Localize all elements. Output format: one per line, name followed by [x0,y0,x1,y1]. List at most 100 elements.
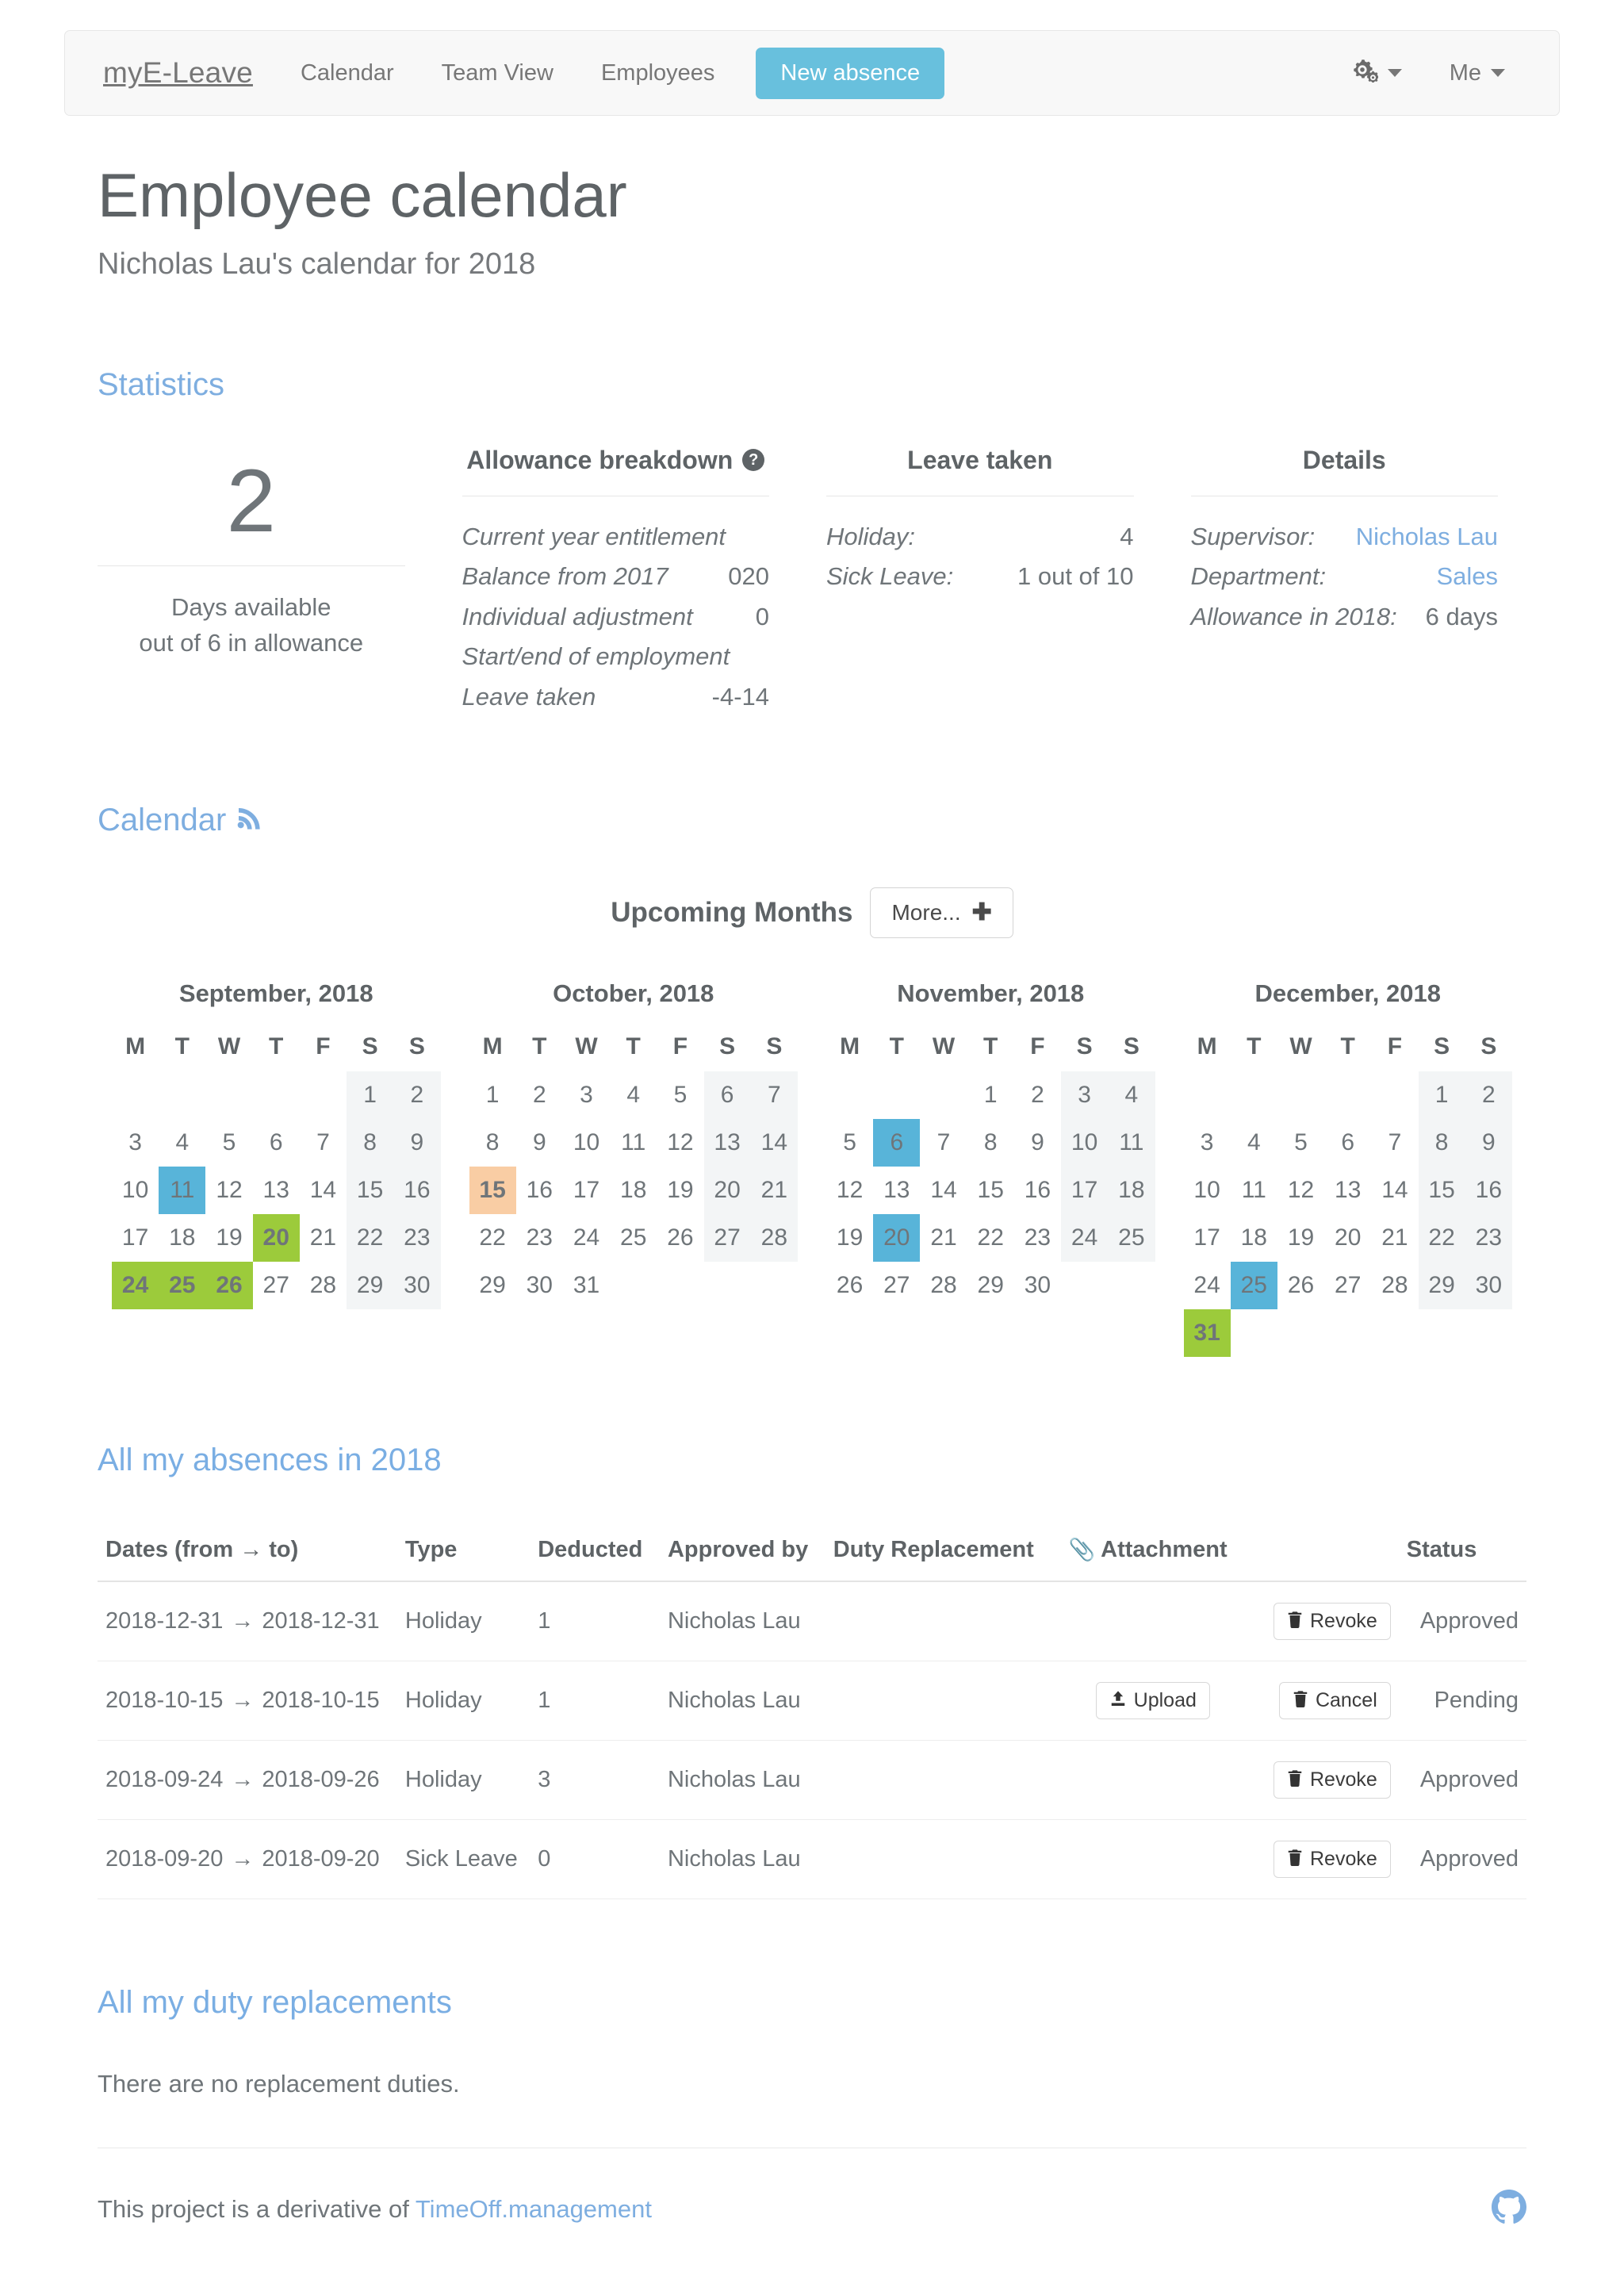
calendar-day[interactable]: 25 [610,1214,657,1262]
absences-heading[interactable]: All my absences in 2018 [98,1443,1526,1478]
calendar-day[interactable]: 14 [920,1167,967,1214]
calendar-day[interactable]: 18 [610,1167,657,1214]
calendar-day[interactable]: 20 [252,1214,300,1263]
calendar-day[interactable]: 4 [159,1119,205,1167]
nav-item-calendar[interactable]: Calendar [277,60,418,86]
calendar-day[interactable]: 28 [1371,1262,1418,1309]
calendar-day[interactable]: 19 [657,1167,703,1214]
calendar-day[interactable]: 13 [253,1167,300,1214]
calendar-day[interactable]: 24 [1184,1262,1231,1309]
calendar-day[interactable]: 1 [1418,1071,1465,1120]
calendar-day[interactable]: 17 [563,1167,610,1214]
calendar-day[interactable]: 27 [253,1262,300,1309]
calendar-day[interactable]: 22 [469,1214,516,1262]
calendar-day[interactable]: 9 [1014,1119,1061,1167]
calendar-day[interactable]: 20 [703,1167,751,1215]
more-months-button[interactable]: More... ✚ [870,887,1013,939]
calendar-day[interactable]: 30 [393,1262,441,1310]
calendar-day[interactable]: 11 [159,1167,206,1215]
department-link[interactable]: Sales [1425,557,1498,597]
calendar-day[interactable]: 7 [300,1119,347,1167]
calendar-day[interactable]: 6 [703,1071,751,1120]
cancel-absence-button[interactable]: Cancel [1278,1682,1391,1720]
calendar-day[interactable]: 30 [1465,1262,1512,1310]
calendar-day[interactable]: 13 [703,1119,751,1167]
calendar-day[interactable]: 12 [205,1167,252,1214]
calendar-day[interactable]: 22 [1418,1214,1465,1263]
calendar-day[interactable]: 9 [516,1119,563,1167]
duty-replacements-heading[interactable]: All my duty replacements [98,1985,1526,2021]
calendar-day[interactable]: 16 [1465,1167,1512,1215]
calendar-day[interactable]: 4 [1108,1071,1155,1120]
calendar-day[interactable]: 17 [1184,1214,1231,1262]
calendar-day[interactable]: 7 [750,1071,798,1120]
calendar-day[interactable]: 18 [1108,1167,1155,1215]
revoke-absence-button[interactable]: Revoke [1274,1841,1391,1879]
calendar-day[interactable]: 15 [1418,1167,1465,1215]
calendar-day[interactable]: 26 [826,1262,873,1309]
calendar-day[interactable]: 10 [1061,1119,1109,1167]
calendar-day[interactable]: 7 [1371,1119,1418,1167]
calendar-day[interactable]: 29 [469,1262,516,1309]
calendar-day[interactable]: 5 [1277,1119,1324,1167]
calendar-day[interactable]: 1 [347,1071,394,1120]
revoke-absence-button[interactable]: Revoke [1274,1761,1391,1799]
calendar-day[interactable]: 3 [563,1071,610,1119]
calendar-day[interactable]: 19 [826,1214,873,1262]
calendar-day[interactable]: 19 [205,1214,252,1262]
calendar-day[interactable]: 4 [1231,1119,1277,1167]
calendar-day[interactable]: 12 [1277,1167,1324,1214]
calendar-day[interactable]: 24 [112,1262,159,1310]
calendar-day[interactable]: 17 [1061,1167,1109,1215]
revoke-absence-button[interactable]: Revoke [1274,1603,1391,1641]
calendar-day[interactable]: 14 [750,1119,798,1167]
calendar-day[interactable]: 27 [873,1262,920,1309]
calendar-day[interactable]: 23 [1014,1214,1061,1262]
calendar-day[interactable]: 8 [469,1119,516,1167]
calendar-day[interactable]: 21 [920,1214,967,1262]
calendar-day[interactable]: 20 [873,1214,921,1263]
calendar-day[interactable]: 24 [563,1214,610,1262]
calendar-day[interactable]: 21 [1371,1214,1418,1262]
calendar-day[interactable]: 20 [1324,1214,1371,1262]
calendar-day[interactable]: 3 [1184,1119,1231,1167]
calendar-day[interactable]: 16 [1014,1167,1061,1214]
calendar-day[interactable]: 31 [563,1262,610,1309]
calendar-day[interactable]: 10 [112,1167,159,1214]
calendar-day[interactable]: 19 [1277,1214,1324,1262]
calendar-day[interactable]: 29 [347,1262,394,1310]
github-link[interactable] [1492,2190,1526,2228]
calendar-day[interactable]: 28 [920,1262,967,1309]
calendar-day[interactable]: 2 [516,1071,563,1119]
calendar-day[interactable]: 2 [393,1071,441,1120]
calendar-day[interactable]: 6 [1324,1119,1371,1167]
calendar-day[interactable]: 5 [826,1119,873,1167]
rss-icon[interactable] [236,803,261,838]
calendar-day[interactable]: 21 [750,1167,798,1215]
calendar-day[interactable]: 28 [300,1262,347,1309]
calendar-day[interactable]: 15 [967,1167,1014,1214]
calendar-day[interactable]: 23 [1465,1214,1512,1263]
brand-logo[interactable]: myE-Leave [79,56,277,90]
calendar-day[interactable]: 1 [469,1071,516,1119]
calendar-day[interactable]: 7 [920,1119,967,1167]
calendar-day[interactable]: 16 [516,1167,563,1214]
calendar-day[interactable]: 8 [347,1119,394,1167]
calendar-day[interactable]: 9 [393,1119,441,1167]
calendar-day[interactable]: 30 [516,1262,563,1309]
calendar-day[interactable]: 2 [1465,1071,1512,1120]
calendar-day[interactable]: 10 [1184,1167,1231,1214]
calendar-day[interactable]: 3 [1061,1071,1109,1120]
calendar-day[interactable]: 31 [1183,1309,1231,1358]
calendar-day[interactable]: 8 [967,1119,1014,1167]
nav-item-employees[interactable]: Employees [577,60,738,86]
calendar-day[interactable]: 27 [1324,1262,1371,1309]
calendar-day[interactable]: 14 [300,1167,347,1214]
calendar-day[interactable]: 22 [347,1214,394,1263]
calendar-day[interactable]: 14 [1371,1167,1418,1214]
calendar-day[interactable]: 11 [1108,1119,1155,1167]
calendar-day[interactable]: 23 [516,1214,563,1262]
settings-menu[interactable] [1327,59,1426,87]
calendar-day[interactable]: 24 [1061,1214,1109,1263]
calendar-day[interactable]: 26 [1277,1262,1324,1309]
